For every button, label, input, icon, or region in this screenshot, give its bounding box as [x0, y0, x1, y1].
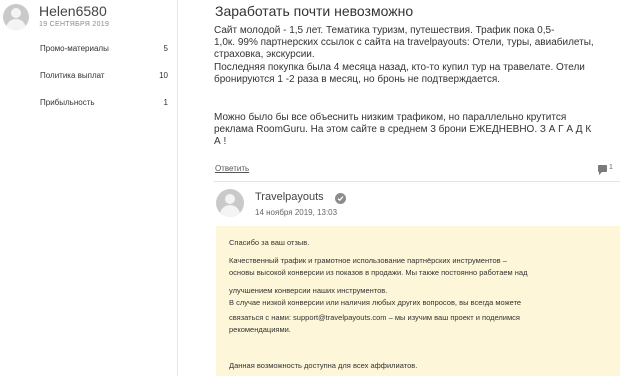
username[interactable]: Helen6580 — [39, 3, 107, 19]
stat-payout-policy: Политика выплат 10 — [40, 71, 168, 80]
answer-line: рекомендациями. — [229, 325, 291, 334]
stat-promo: Промо-материалы 5 — [40, 44, 168, 53]
avatar-head-shape — [225, 194, 235, 204]
user-sidebar: Helen6580 19 СЕНТЯБРЯ 2019 Промо-материа… — [0, 0, 178, 376]
comment-icon[interactable] — [598, 165, 607, 175]
reply-date: 14 ноября 2019, 13:03 — [255, 208, 338, 217]
answer-line: основы высокой конверсии из показов в пр… — [229, 268, 528, 277]
answer-line: Спасибо за ваш отзыв. — [229, 238, 310, 247]
answer-line: улучшением конверсии наших инструментов. — [229, 286, 388, 295]
answer-line: Данная возможность доступна для всех афф… — [229, 361, 418, 370]
reply-avatar[interactable] — [216, 189, 244, 217]
comment-count: 1 — [609, 164, 613, 171]
stat-label: Политика выплат — [40, 71, 105, 80]
post-paragraph-1: Сайт молодой - 1,5 лет. Тематика туризм,… — [214, 25, 594, 85]
stat-label: Промо-материалы — [40, 44, 109, 53]
stat-value: 10 — [159, 71, 168, 80]
stat-profitability: Прибыльность 1 — [40, 98, 168, 107]
divider — [214, 181, 620, 182]
avatar-body-shape — [6, 19, 26, 30]
stat-value: 1 — [163, 98, 168, 107]
answer-line: Качественный трафик и грамотное использо… — [229, 256, 507, 265]
stat-value: 5 — [163, 44, 168, 53]
reply-author[interactable]: Travelpayouts — [255, 191, 324, 203]
post-paragraph-2: Можно было бы все объеснить низким трафи… — [214, 112, 592, 148]
user-date: 19 СЕНТЯБРЯ 2019 — [39, 21, 110, 28]
answer-line: связаться с нами: support@travelpayouts.… — [229, 313, 520, 322]
avatar-body-shape — [220, 205, 240, 217]
reply-button[interactable]: Ответить — [215, 164, 249, 173]
avatar-head-shape — [11, 8, 21, 18]
answer-line: В случае низкой конверсии или наличия лю… — [229, 298, 522, 307]
answer-box: Спасибо за ваш отзыв. Качественный трафи… — [216, 226, 620, 376]
post-title: Заработать почти невозможно — [215, 3, 414, 19]
user-avatar[interactable] — [3, 4, 29, 30]
verified-check-icon — [335, 193, 346, 204]
stat-label: Прибыльность — [40, 98, 95, 107]
